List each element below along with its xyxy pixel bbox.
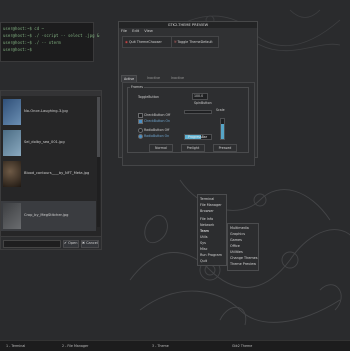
folder-combo[interactable] xyxy=(3,240,61,248)
menu-file[interactable]: File xyxy=(121,29,127,33)
terminal-line: user@host:~$ cd ~ xyxy=(3,26,44,31)
dialog-title: GTK2-THEME PREVIEW xyxy=(119,22,257,28)
checkbox-on[interactable] xyxy=(138,119,143,124)
file-name: Blood_contours____by_NFT_Meta.jpg xyxy=(24,171,90,175)
image-thumbnail xyxy=(3,99,21,125)
toggle-theme-button[interactable]: ⛨ Toggle ThemeDefault xyxy=(171,36,219,48)
scrollbar-thumb[interactable] xyxy=(97,97,100,157)
file-name: Crop_by_MegStitcher.jpg xyxy=(24,213,69,217)
theme-preview-dialog[interactable]: GTK2-THEME PREVIEW File Edit View ◉ Quit… xyxy=(118,21,258,166)
horizontal-scale[interactable] xyxy=(184,110,212,114)
file-list-scrollbar[interactable] xyxy=(97,97,100,227)
image-thumbnail xyxy=(3,203,21,229)
menu-item[interactable]: Browser xyxy=(200,209,214,213)
submenu-item[interactable]: Change Themes xyxy=(230,256,258,260)
open-label: Open xyxy=(68,241,78,245)
terminal-window[interactable]: user@host:~$ cd ~ user@host:~$ ./ -scrip… xyxy=(0,22,99,62)
vertical-scale[interactable] xyxy=(220,118,225,140)
terminal-line: user@host:~$ xyxy=(3,47,32,52)
frame-label: Frames xyxy=(130,85,144,89)
vertical-scale-fill xyxy=(221,124,224,139)
quit-label: Quit ThemeChooser xyxy=(128,40,162,44)
cancel-label: Cancel xyxy=(86,241,98,245)
file-browser-footer: ✔ Open ✖ Cancel xyxy=(1,236,101,249)
radio-on[interactable] xyxy=(138,134,143,139)
file-row[interactable]: Sel_dolby_sea_001.jpg xyxy=(1,128,96,158)
dialog-menubar: File Edit View xyxy=(121,29,157,33)
image-thumbnail xyxy=(3,161,21,187)
quit-theme-button[interactable]: ◉ Quit ThemeChooser xyxy=(122,36,172,48)
taskbar: 1 - Terminal 2 - File Manager 3 - Theme … xyxy=(0,340,350,351)
submenu-item[interactable]: Graphics xyxy=(230,232,245,236)
check-icon: ✔ xyxy=(64,241,67,245)
terminal-line: user@host:~$ ./ -- xterm xyxy=(3,40,61,45)
spin-button[interactable]: 100.0 xyxy=(192,93,208,100)
prelight-button[interactable]: Prelight xyxy=(181,144,205,152)
toggle-theme-label: Toggle ThemeDefault xyxy=(177,40,213,44)
shield-icon: ⛨ xyxy=(174,40,177,44)
checkbox-on-label: CheckButton On xyxy=(144,119,171,123)
open-button[interactable]: ✔ Open xyxy=(63,240,79,248)
radio-off-label: RadioButton Off xyxy=(144,128,170,132)
file-row[interactable]: Blood_contours____by_NFT_Meta.jpg xyxy=(1,159,96,189)
radio-off[interactable] xyxy=(138,128,143,133)
spin-value: 100.0 xyxy=(194,94,204,98)
pressed-button[interactable]: Pressed xyxy=(213,144,237,152)
image-thumbnail xyxy=(3,130,21,156)
file-list-header xyxy=(1,91,101,96)
submenu-item[interactable]: Utilities xyxy=(230,250,243,254)
tab-panel: Frames ToggleButton 100.0 SpinButton Che… xyxy=(122,82,255,166)
file-name: No-Once-Laughing-3.jpg xyxy=(24,109,68,113)
progress-label: ProgressBar xyxy=(188,135,208,139)
submenu: Multimedia Graphics Games Office Utiliti… xyxy=(227,223,259,271)
menu-item[interactable]: Run Program xyxy=(200,253,222,257)
menu-item[interactable]: Utils xyxy=(200,235,207,239)
menu-item[interactable]: Terminal xyxy=(200,197,214,201)
radio-on-label: RadioButton On xyxy=(144,134,170,138)
close-icon: ✖ xyxy=(82,241,85,245)
file-row-selected[interactable]: Crop_by_MegStitcher.jpg xyxy=(1,201,96,231)
submenu-item[interactable]: Office xyxy=(230,244,240,248)
taskbar-item[interactable]: 2 - File Manager xyxy=(60,343,90,349)
menu-item[interactable]: File Info xyxy=(200,217,213,221)
checkbox-off-label: CheckButton Off xyxy=(144,113,171,117)
checkbox-off[interactable] xyxy=(138,113,143,118)
menu-view[interactable]: View xyxy=(144,29,153,33)
file-row[interactable]: No-Once-Laughing-3.jpg xyxy=(1,97,96,127)
menu-item[interactable]: Misc xyxy=(200,247,208,251)
normal-button[interactable]: Normal xyxy=(149,144,173,152)
menu-item[interactable]: Network xyxy=(200,223,214,227)
tab-active[interactable]: Active Tab xyxy=(121,75,138,87)
file-name: Sel_dolby_sea_001.jpg xyxy=(24,140,65,144)
submenu-item[interactable]: Games xyxy=(230,238,242,242)
submenu-item[interactable]: Theme Preview xyxy=(230,262,256,266)
spin-button-label: SpinButton xyxy=(194,101,212,105)
taskbar-item[interactable]: Gtk2 Theme xyxy=(230,343,254,349)
terminal-line: user@host:~$ ./ -script -- select .jpg & xyxy=(3,33,100,38)
menu-item[interactable]: File Manager xyxy=(200,203,222,207)
taskbar-item[interactable]: 3 - Theme xyxy=(150,343,171,349)
submenu-item[interactable]: Multimedia xyxy=(230,226,249,230)
tab-inactive-2[interactable]: Inactive Tab xyxy=(169,75,186,86)
menu-item[interactable]: Quit xyxy=(200,259,207,263)
toggle-button[interactable]: ToggleButton xyxy=(138,95,159,99)
scale-label: Scale xyxy=(216,108,225,112)
taskbar-item[interactable]: 1 - Terminal xyxy=(4,343,27,349)
tab-inactive-1[interactable]: Inactive Tab xyxy=(145,75,162,86)
menu-edit[interactable]: Edit xyxy=(132,29,139,33)
desktop-menu: Terminal File Manager Browser File Info … xyxy=(197,194,227,266)
image-file-browser[interactable]: No-Once-Laughing-3.jpg Sel_dolby_sea_001… xyxy=(0,90,102,250)
menu-item-highlighted[interactable]: Team xyxy=(200,229,209,233)
quit-icon: ◉ xyxy=(125,40,128,44)
cancel-button[interactable]: ✖ Cancel xyxy=(81,240,99,248)
menu-item[interactable]: Sys xyxy=(200,241,206,245)
